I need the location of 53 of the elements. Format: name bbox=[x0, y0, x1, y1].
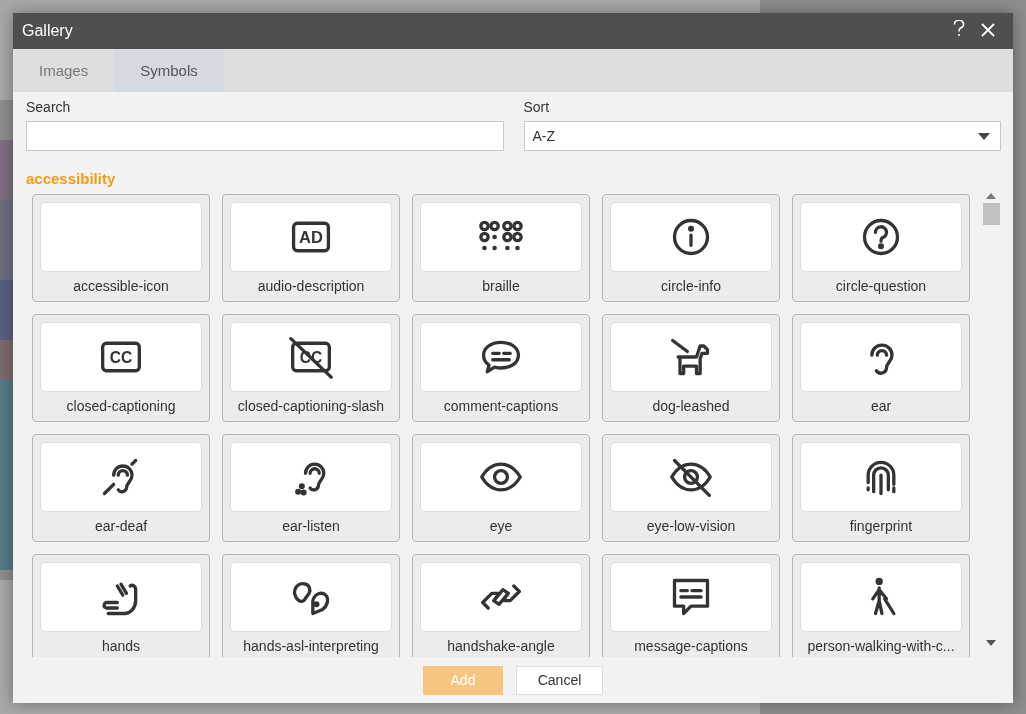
symbol-card[interactable]: eye-low-vision bbox=[602, 434, 780, 542]
symbol-name: ear-listen bbox=[281, 518, 341, 534]
symbol-card[interactable]: CC closed-captioning bbox=[32, 314, 210, 422]
sort-dropdown[interactable]: A-Z bbox=[523, 121, 1001, 151]
caret-icon bbox=[978, 132, 990, 140]
symbol-name: circle-info bbox=[660, 278, 722, 294]
symbol-name: accessible-icon bbox=[72, 278, 170, 294]
search-field[interactable] bbox=[26, 121, 504, 151]
symbol-name: hands-asl-interpreting bbox=[242, 638, 380, 654]
symbol-name: ear-deaf bbox=[93, 518, 149, 534]
symbol-card[interactable]: braille bbox=[412, 194, 590, 302]
scroll-down-icon[interactable] bbox=[986, 640, 996, 646]
tab[interactable]: Symbols bbox=[114, 49, 224, 92]
symbol-card[interactable]: ear-listen bbox=[222, 434, 400, 542]
symbol-card[interactable]: ear bbox=[792, 314, 970, 422]
symbol-card[interactable]: circle-info bbox=[602, 194, 780, 302]
help-icon bbox=[953, 20, 965, 37]
symbol-name: handshake-angle bbox=[446, 638, 556, 654]
symbol-name: comment-captions bbox=[442, 398, 560, 414]
symbol-name: circle-question bbox=[834, 278, 928, 294]
scroll-up-icon[interactable] bbox=[986, 193, 996, 199]
symbol-name: eye-low-vision bbox=[645, 518, 737, 534]
symbol-card[interactable]: AD audio-description bbox=[222, 194, 400, 302]
category-heading: accessibility bbox=[26, 170, 117, 187]
sort-label: Sort bbox=[523, 99, 551, 115]
close-icon bbox=[981, 23, 995, 37]
symbol-name: closed-captioning bbox=[65, 398, 177, 414]
symbol-card[interactable]: circle-question bbox=[792, 194, 970, 302]
symbol-name: message-captions bbox=[633, 638, 749, 654]
symbol-name: braille bbox=[481, 278, 521, 294]
symbol-card[interactable]: accessible-icon bbox=[32, 194, 210, 302]
symbol-card[interactable]: comment-captions bbox=[412, 314, 590, 422]
symbol-card[interactable]: eye bbox=[412, 434, 590, 542]
scrollbar-thumb[interactable] bbox=[982, 203, 1000, 225]
symbol-name: dog-leashed bbox=[651, 398, 731, 414]
symbol-card[interactable]: person-walking-with-c... bbox=[792, 554, 970, 657]
cancel-button[interactable]: Cancel bbox=[516, 665, 603, 695]
symbol-card[interactable]: fingerprint bbox=[792, 434, 970, 542]
dialog-title: Gallery bbox=[22, 22, 74, 40]
search-label: Search bbox=[26, 99, 72, 115]
symbol-name: fingerprint bbox=[848, 518, 914, 534]
symbol-name: ear bbox=[869, 398, 893, 414]
symbol-card[interactable]: handshake-angle bbox=[412, 554, 590, 657]
symbol-card[interactable]: ear-deaf bbox=[32, 434, 210, 542]
symbol-card[interactable]: hands-asl-interpreting bbox=[222, 554, 400, 657]
symbol-card[interactable]: message-captions bbox=[602, 554, 780, 657]
symbol-card[interactable]: hands bbox=[32, 554, 210, 657]
symbol-name: closed-captioning-slash bbox=[236, 398, 386, 414]
symbol-card[interactable]: dog-leashed bbox=[602, 314, 780, 422]
symbol-name: hands bbox=[100, 638, 142, 654]
symbol-name: eye bbox=[488, 518, 514, 534]
symbol-name: audio-description bbox=[256, 278, 366, 294]
symbol-name: person-walking-with-c... bbox=[806, 638, 956, 654]
